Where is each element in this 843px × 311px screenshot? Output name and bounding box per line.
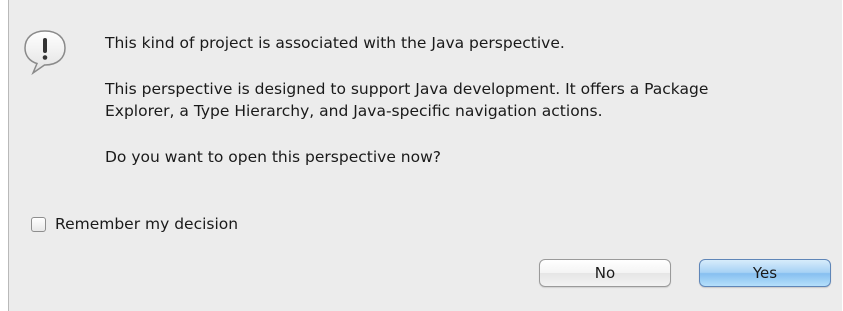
message-primary-text: This kind of project is associated with … [105,34,565,52]
remember-decision-label[interactable]: Remember my decision [55,215,238,233]
yes-button[interactable]: Yes [699,259,831,287]
message-primary: This kind of project is associated with … [105,32,825,54]
alert-icon [24,30,66,75]
message-question: Do you want to open this perspective now… [105,146,825,168]
no-button[interactable]: No [539,259,671,287]
message-description-line-1: This perspective is designed to support … [105,80,709,98]
remember-decision-option[interactable]: Remember my decision [31,215,238,233]
message-description-line-2: Explorer, a Type Hierarchy, and Java-spe… [105,102,603,120]
message-question-text: Do you want to open this perspective now… [105,148,442,166]
perspective-dialog: This kind of project is associated with … [8,0,842,311]
message-description: This perspective is designed to support … [105,78,825,122]
remember-decision-checkbox[interactable] [31,216,46,232]
